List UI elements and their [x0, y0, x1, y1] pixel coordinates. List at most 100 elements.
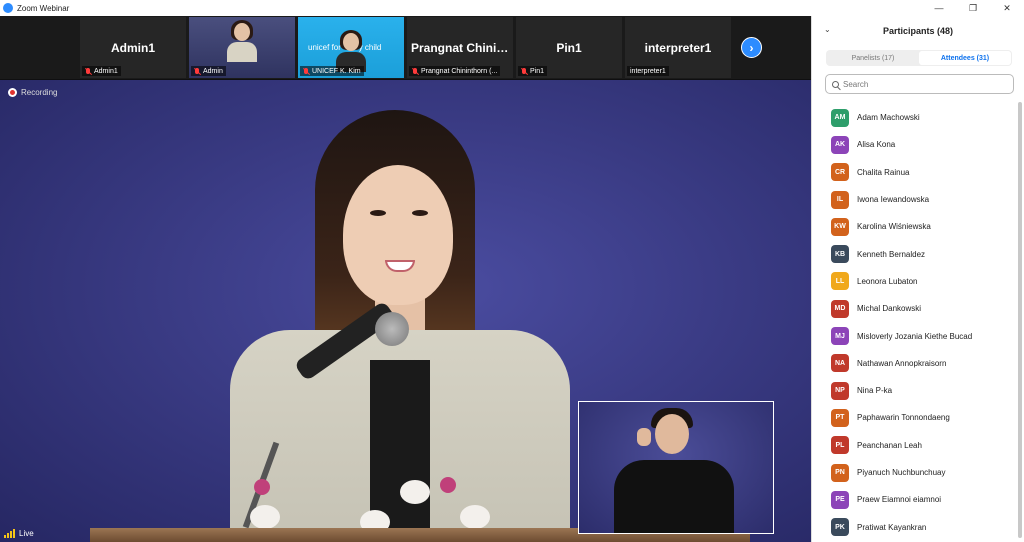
attendee-name: Chalita Rainua: [857, 167, 910, 177]
avatar: PN: [831, 463, 849, 482]
title-bar: Zoom Webinar — ❐ ✕: [0, 0, 1024, 16]
attendee-name: Adam Machowski: [857, 113, 920, 123]
attendee-row[interactable]: MD Michal Dankowski: [812, 295, 1017, 322]
video-tile-pin1[interactable]: Pin1 Pin1: [516, 17, 622, 78]
attendee-row[interactable]: IL Iwona Iewandowska: [812, 186, 1017, 213]
search-input[interactable]: [843, 79, 1003, 89]
tile-name-tag: Admin1: [82, 66, 121, 76]
attendee-name: Kenneth Bernaldez: [857, 249, 926, 259]
attendee-row[interactable]: PK Pratiwat Kayankran: [812, 513, 1017, 540]
tile-name-tag: Pin1: [518, 66, 548, 76]
avatar: PE: [831, 490, 849, 509]
mic-muted-icon: [303, 67, 309, 75]
tab-attendees[interactable]: Attendees (31): [919, 51, 1011, 65]
tile-label: interpreter1: [630, 67, 666, 75]
tile-label: Pin1: [530, 67, 545, 75]
tile-label: UNICEF K. Kim: [312, 67, 361, 75]
mic-muted-icon: [412, 67, 418, 75]
minimize-button[interactable]: —: [922, 0, 956, 16]
tile-display-name: Admin1: [110, 41, 155, 55]
tile-display-name: Prangnat Chinin...: [411, 41, 513, 55]
attendee-name: Praew Eiamnoi eiamnoi: [857, 495, 942, 505]
attendee-name: Nina P-ka: [857, 386, 893, 396]
active-speaker-video: Recording Live: [0, 80, 811, 542]
signal-strength-icon: [4, 529, 16, 538]
tile-label: Prangnat Chininthorn (...: [421, 67, 498, 75]
tile-display-name: Pin1: [556, 41, 582, 55]
participant-search[interactable]: [825, 74, 1014, 94]
avatar: IL: [831, 190, 849, 209]
avatar: LL: [831, 272, 849, 291]
attendee-name: Alisa Kona: [857, 140, 896, 150]
zoom-logo-icon: [3, 3, 13, 13]
attendee-row[interactable]: PN Piyanuch Nuchbunchuay: [812, 459, 1017, 486]
search-icon: [832, 80, 839, 88]
window-title: Zoom Webinar: [17, 3, 70, 13]
avatar: AM: [831, 108, 849, 127]
attendee-name: Leonora Lubaton: [857, 276, 918, 286]
microphone-head: [375, 312, 409, 346]
sign-language-interpreter-video[interactable]: [578, 401, 774, 534]
attendee-row[interactable]: MJ Misloverly Jozania Kiethe Bucad: [812, 322, 1017, 349]
collapse-chevron-icon[interactable]: ⌄: [824, 25, 831, 34]
avatar: AK: [831, 135, 849, 154]
tile-label: Admin: [203, 67, 223, 75]
participant-video-feed: [227, 20, 257, 62]
attendee-name: Karolina Wiśniewska: [857, 222, 931, 232]
attendee-row[interactable]: NP Nina P-ka: [812, 377, 1017, 404]
attendee-row[interactable]: AK Alisa Kona: [812, 131, 1017, 158]
tile-name-tag: Prangnat Chininthorn (...: [409, 66, 501, 76]
recording-indicator: Recording: [8, 88, 57, 97]
video-tile-prangnat[interactable]: Prangnat Chinin... Prangnat Chininthorn …: [407, 17, 513, 78]
attendee-row[interactable]: KW Karolina Wiśniewska: [812, 213, 1017, 240]
mic-muted-icon: [85, 67, 91, 75]
participants-header: ⌄ Participants (48): [812, 16, 1024, 46]
restore-button[interactable]: ❐: [956, 0, 990, 16]
avatar: NP: [831, 381, 849, 400]
tile-display-name: interpreter1: [644, 41, 712, 55]
avatar: PT: [831, 408, 849, 427]
attendee-list: AM Adam Machowski AK Alisa Kona CR Chalita Ra…: [812, 104, 1017, 541]
attendee-row[interactable]: PE Praew Eiamnoi eiamnoi: [812, 486, 1017, 513]
record-icon: [8, 88, 17, 97]
list-scrollbar[interactable]: [1018, 102, 1022, 538]
attendee-row[interactable]: KB Kenneth Bernaldez: [812, 240, 1017, 267]
attendee-row[interactable]: PT Paphawarin Tonnondaeng: [812, 404, 1017, 431]
avatar: KW: [831, 217, 849, 236]
tile-name-tag: Admin: [191, 66, 226, 76]
video-tile-interpreter1[interactable]: interpreter1 interpreter1: [625, 17, 731, 78]
attendee-name: Iwona Iewandowska: [857, 195, 930, 205]
tile-name-tag: interpreter1: [627, 66, 669, 76]
next-page-button[interactable]: ›: [741, 37, 762, 58]
participants-tabs: Panelists (17) Attendees (31): [826, 50, 1012, 66]
avatar: NA: [831, 354, 849, 373]
attendee-name: Pratiwat Kayankran: [857, 522, 927, 532]
mic-muted-icon: [194, 67, 200, 75]
avatar: PK: [831, 518, 849, 537]
video-tile-unicef[interactable]: unicef for every child UNICEF K. Kim: [298, 17, 404, 78]
mic-muted-icon: [521, 67, 527, 75]
recording-label: Recording: [21, 88, 58, 97]
participants-panel: ⌄ Participants (48) Panelists (17) Atten…: [811, 16, 1024, 542]
attendee-row[interactable]: AM Adam Machowski: [812, 104, 1017, 131]
attendee-name: Piyanuch Nuchbunchuay: [857, 468, 946, 477]
avatar: MD: [831, 299, 849, 318]
tab-panelists[interactable]: Panelists (17): [827, 51, 919, 65]
participants-title: Participants (48): [882, 26, 954, 36]
close-button[interactable]: ✕: [990, 0, 1024, 16]
video-tile-admin1[interactable]: Admin1 Admin1: [80, 17, 186, 78]
attendee-name: Paphawarin Tonnondaeng: [857, 413, 950, 423]
avatar: KB: [831, 245, 849, 264]
attendee-name: Nathawan Annopkraisorn: [857, 358, 947, 368]
attendee-row[interactable]: NA Nathawan Annopkraisorn: [812, 350, 1017, 377]
video-tile-admin[interactable]: Admin: [189, 17, 295, 78]
attendee-name: Misloverly Jozania Kiethe Bucad: [857, 331, 973, 341]
avatar: MJ: [831, 327, 849, 346]
avatar: CR: [831, 163, 849, 182]
attendee-row[interactable]: CR Chalita Rainua: [812, 159, 1017, 186]
attendee-row[interactable]: PL Peanchanan Leah: [812, 432, 1017, 459]
attendee-row[interactable]: LL Leonora Lubaton: [812, 268, 1017, 295]
tile-label: Admin1: [94, 67, 118, 75]
tile-name-tag: UNICEF K. Kim: [300, 66, 364, 76]
attendee-name: Michal Dankowski: [857, 304, 922, 314]
